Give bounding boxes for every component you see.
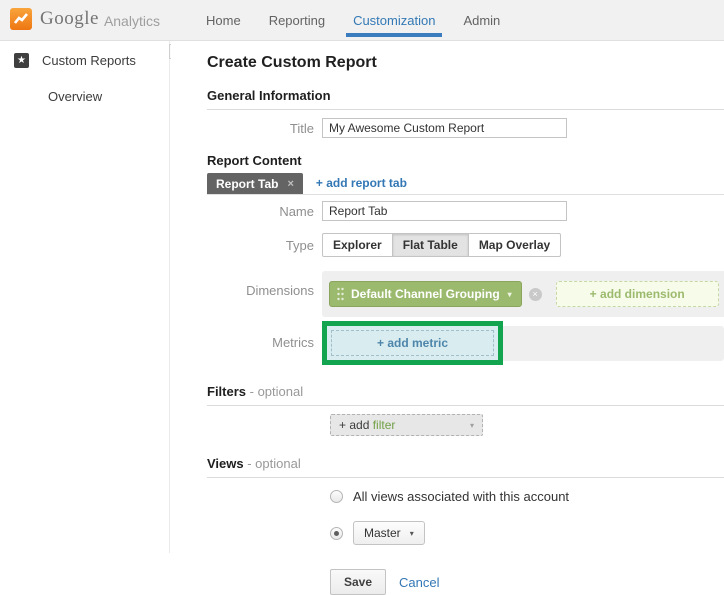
filters-heading: Filters - optional (207, 384, 724, 406)
save-button[interactable]: Save (330, 569, 387, 595)
type-option-flat-table[interactable]: Flat Table (391, 233, 469, 257)
views-option-all-row: All views associated with this account (330, 489, 724, 504)
filters-heading-label: Filters (207, 384, 247, 399)
main-content: Create Custom Report General Information… (171, 41, 724, 595)
report-content-heading: Report Content (207, 153, 302, 168)
analytics-logo-icon (10, 8, 32, 30)
sidebar: ★ Custom Reports Overview (0, 41, 170, 553)
name-row: Name (207, 201, 724, 221)
nav-tab-customization[interactable]: Customization (339, 0, 449, 41)
radio-selected-view[interactable] (330, 526, 343, 540)
add-report-tab-link[interactable]: + add report tab (316, 173, 407, 194)
dimensions-row: Dimensions Default Channel Grouping ▾ × … (207, 271, 724, 317)
type-row: Type Explorer Flat Table Map Overlay (207, 233, 724, 257)
type-option-map-overlay[interactable]: Map Overlay (467, 233, 562, 257)
view-caret-down-icon: ▾ (409, 528, 414, 538)
filter-caret-down-icon: ▾ (469, 420, 474, 430)
sidebar-item-custom-reports[interactable]: ★ Custom Reports (0, 41, 169, 68)
sidebar-custom-reports-label: Custom Reports (42, 53, 136, 68)
title-input[interactable] (322, 118, 567, 138)
type-segmented-control: Explorer Flat Table Map Overlay (322, 233, 562, 257)
metrics-row: Metrics + add metric (207, 321, 724, 366)
top-bar: Google Analytics Home Reporting Customiz… (0, 0, 724, 41)
metrics-label: Metrics (272, 335, 314, 350)
google-analytics-logo[interactable]: Google Analytics (10, 8, 160, 30)
name-input[interactable] (322, 201, 567, 221)
radio-all-views[interactable] (330, 490, 343, 503)
logo-product-text: Analytics (103, 13, 160, 29)
general-information-heading: General Information (207, 88, 724, 110)
view-select-value: Master (364, 526, 401, 540)
metrics-container: + add metric (322, 321, 724, 366)
add-filter-target: filter (372, 418, 396, 432)
nav-tab-admin[interactable]: Admin (449, 0, 514, 41)
google-analytics-app: Google Analytics Home Reporting Customiz… (0, 0, 724, 595)
all-views-label: All views associated with this account (353, 489, 570, 504)
dimension-pill-default-channel-grouping[interactable]: Default Channel Grouping ▾ (329, 281, 522, 307)
sidebar-item-overview[interactable]: Overview (48, 89, 169, 104)
report-tab-chip-label: Report Tab (216, 176, 279, 191)
views-heading: Views - optional (207, 456, 724, 478)
add-dimension-button[interactable]: + add dimension (555, 281, 719, 307)
title-label: Title (289, 121, 314, 136)
nav-tab-home[interactable]: Home (192, 0, 255, 41)
main-nav: Home Reporting Customization Admin (192, 0, 514, 41)
custom-reports-star-icon: ★ (14, 53, 29, 68)
logo-brand-text: Google (40, 8, 99, 29)
views-option-master-row: Master ▾ (330, 521, 724, 545)
dimension-pill-label: Default Channel Grouping (351, 287, 500, 301)
page-title: Create Custom Report (207, 54, 377, 71)
name-label: Name (279, 204, 314, 219)
form-actions: Save Cancel (330, 569, 724, 595)
report-tab-bar: Report Tab × + add report tab (207, 173, 724, 195)
add-filter-button-label: + add filter (339, 418, 395, 432)
report-tab-close-icon[interactable]: × (287, 178, 293, 190)
type-option-explorer[interactable]: Explorer (322, 233, 393, 257)
dimensions-label: Dimensions (246, 283, 314, 298)
title-row: Title (207, 118, 724, 138)
drag-handle-icon[interactable] (337, 287, 344, 301)
cancel-link[interactable]: Cancel (399, 575, 439, 590)
dimensions-container: Default Channel Grouping ▾ × + add dimen… (322, 271, 724, 317)
metric-highlight-annotation: + add metric (322, 321, 503, 365)
add-filter-prefix: + add (339, 418, 373, 432)
type-label: Type (285, 238, 314, 253)
add-metric-button[interactable]: + add metric (331, 330, 494, 356)
filters-optional-label: - optional (246, 384, 304, 399)
add-filter-button[interactable]: + add filter ▾ (330, 414, 483, 436)
views-optional-label: - optional (243, 456, 301, 471)
chevron-down-icon: ▾ (507, 289, 512, 299)
nav-tab-reporting[interactable]: Reporting (255, 0, 339, 41)
view-select-dropdown[interactable]: Master ▾ (353, 521, 425, 545)
report-tab-chip[interactable]: Report Tab × (207, 173, 303, 194)
remove-dimension-icon[interactable]: × (528, 287, 542, 301)
views-heading-label: Views (207, 456, 244, 471)
